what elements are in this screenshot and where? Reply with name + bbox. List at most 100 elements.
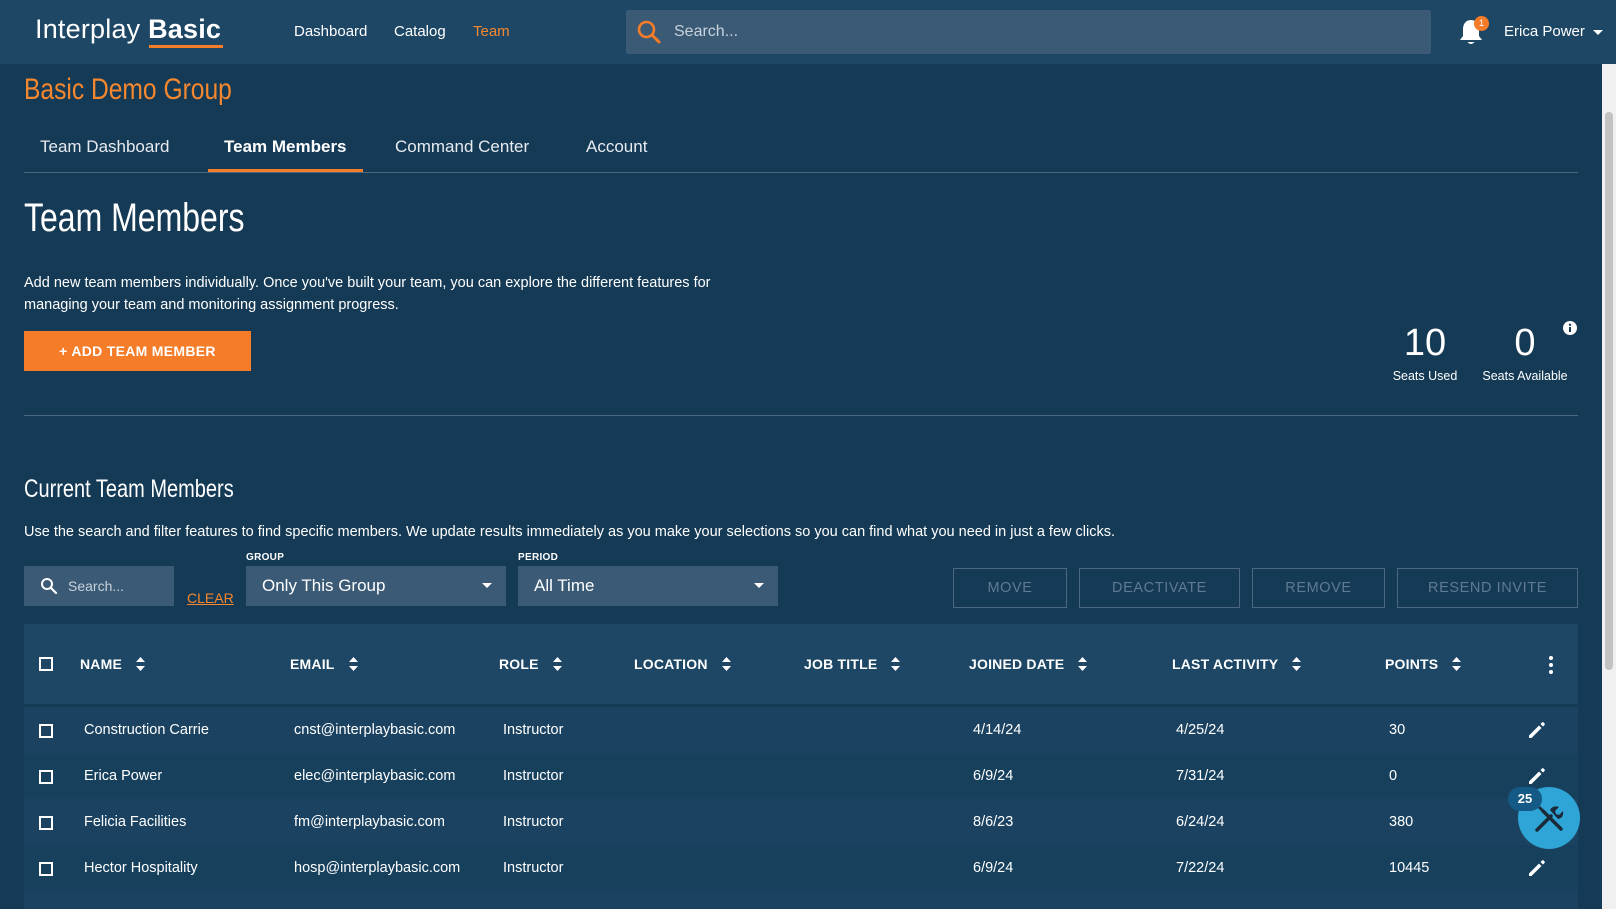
sort-icon xyxy=(891,657,901,671)
tab-command-center[interactable]: Command Center xyxy=(395,137,529,157)
column-header-last-activity[interactable]: LAST ACTIVITY xyxy=(1172,656,1302,672)
table-row[interactable]: Erica Power elec@interplaybasic.com Inst… xyxy=(24,753,1578,799)
global-search[interactable] xyxy=(626,10,1431,54)
row-checkbox[interactable] xyxy=(39,862,53,876)
cell-joined-date: 6/9/24 xyxy=(973,860,1014,876)
add-team-member-button[interactable]: + ADD TEAM MEMBER xyxy=(24,331,251,371)
divider xyxy=(24,172,1578,173)
period-filter-label: PERIOD xyxy=(518,552,559,563)
cell-joined-date: 6/9/24 xyxy=(973,768,1014,784)
info-icon[interactable] xyxy=(1563,321,1577,335)
scrollbar-thumb[interactable] xyxy=(1605,112,1613,670)
user-menu[interactable]: Erica Power xyxy=(1504,23,1585,40)
cell-last-activity: 4/25/24 xyxy=(1176,722,1225,738)
logo-underline xyxy=(149,45,223,48)
divider xyxy=(24,415,1578,416)
seats-available-label: Seats Available xyxy=(1482,369,1568,383)
sort-icon xyxy=(721,657,731,671)
row-checkbox[interactable] xyxy=(39,724,53,738)
seats-used-value: 10 xyxy=(1403,322,1447,364)
cell-joined-date: 4/14/24 xyxy=(973,722,1022,738)
row-checkbox[interactable] xyxy=(39,816,53,830)
cell-email: hosp@interplaybasic.com xyxy=(294,860,461,876)
table-row[interactable]: Felicia Facilities fm@interplaybasic.com… xyxy=(24,799,1578,845)
top-navigation-bar: Interplay Basic Dashboard Catalog Team 1… xyxy=(0,0,1616,64)
pencil-icon[interactable] xyxy=(1527,858,1547,878)
global-search-input[interactable] xyxy=(674,10,1414,54)
row-checkbox[interactable] xyxy=(39,770,53,784)
sort-icon xyxy=(1292,657,1302,671)
cell-last-activity: 7/22/24 xyxy=(1176,860,1225,876)
cell-name: Construction Carrie xyxy=(84,722,209,738)
cell-email: cnst@interplaybasic.com xyxy=(294,722,456,738)
resend-invite-button[interactable]: RESEND INVITE xyxy=(1397,568,1578,608)
cell-name: Erica Power xyxy=(84,768,163,784)
sort-icon xyxy=(1452,657,1462,671)
cell-email: elec@interplaybasic.com xyxy=(294,768,456,784)
column-header-name[interactable]: NAME xyxy=(80,656,146,672)
column-header-joined-date[interactable]: JOINED DATE xyxy=(969,656,1088,672)
cell-role: Instructor xyxy=(503,860,564,876)
logo[interactable]: Interplay Basic xyxy=(35,14,221,45)
column-header-points[interactable]: POINTS xyxy=(1385,656,1462,672)
group-select[interactable]: Only This Group xyxy=(246,566,506,606)
tab-team-dashboard[interactable]: Team Dashboard xyxy=(40,137,169,157)
table-row[interactable] xyxy=(24,891,1578,909)
section-description: Use the search and filter features to fi… xyxy=(24,524,1115,540)
cell-joined-date: 8/6/23 xyxy=(973,814,1014,830)
column-header-location[interactable]: LOCATION xyxy=(634,656,731,672)
table-row[interactable]: Construction Carrie cnst@interplaybasic.… xyxy=(24,707,1578,753)
chevron-down-icon[interactable] xyxy=(1593,30,1603,35)
section-title: Current Team Members xyxy=(24,475,234,503)
cell-points: 30 xyxy=(1389,722,1406,738)
move-button[interactable]: MOVE xyxy=(953,568,1067,608)
sort-icon xyxy=(1078,657,1088,671)
cell-last-activity: 6/24/24 xyxy=(1176,814,1225,830)
org-title: Basic Demo Group xyxy=(24,73,232,106)
group-filter-label: GROUP xyxy=(246,552,285,563)
remove-button[interactable]: REMOVE xyxy=(1252,568,1385,608)
table-row[interactable]: Hector Hospitality hosp@interplaybasic.c… xyxy=(24,845,1578,891)
pencil-icon[interactable] xyxy=(1527,766,1547,786)
search-icon xyxy=(637,20,661,44)
group-select-value: Only This Group xyxy=(262,576,386,595)
page-title: Team Members xyxy=(24,196,245,240)
cell-points: 10445 xyxy=(1389,860,1430,876)
tab-account[interactable]: Account xyxy=(586,137,647,157)
period-select[interactable]: All Time xyxy=(518,566,778,606)
column-header-job-title[interactable]: JOB TITLE xyxy=(804,656,901,672)
cell-points: 0 xyxy=(1389,768,1398,784)
sort-icon xyxy=(552,657,562,671)
cell-role: Instructor xyxy=(503,722,564,738)
cell-points: 380 xyxy=(1389,814,1414,830)
member-search-input[interactable] xyxy=(68,566,168,606)
period-select-value: All Time xyxy=(534,576,595,595)
nav-dashboard[interactable]: Dashboard xyxy=(294,23,367,40)
clear-filters-link[interactable]: CLEAR xyxy=(187,590,234,606)
cell-name: Hector Hospitality xyxy=(84,860,198,876)
seats-available-value: 0 xyxy=(1514,322,1536,364)
vertical-scrollbar[interactable] xyxy=(1602,64,1616,909)
cell-role: Instructor xyxy=(503,768,564,784)
column-header-role[interactable]: ROLE xyxy=(499,656,562,672)
cell-name: Felicia Facilities xyxy=(84,814,187,830)
nav-catalog[interactable]: Catalog xyxy=(394,23,446,40)
search-icon xyxy=(41,578,58,595)
cell-role: Instructor xyxy=(503,814,564,830)
chevron-down-icon xyxy=(482,583,492,588)
deactivate-button[interactable]: DEACTIVATE xyxy=(1079,568,1240,608)
column-header-email[interactable]: EMAIL xyxy=(290,656,358,672)
chevron-down-icon xyxy=(754,583,764,588)
page-intro: Add new team members individually. Once … xyxy=(24,275,711,313)
select-all-checkbox[interactable] xyxy=(39,657,53,671)
nav-team[interactable]: Team xyxy=(473,23,510,40)
more-options-icon[interactable] xyxy=(1549,656,1553,674)
team-members-table: NAME EMAIL ROLE LOCATION JOB TITLE JOINE… xyxy=(24,624,1578,909)
member-search[interactable] xyxy=(24,566,174,606)
seats-used-label: Seats Used xyxy=(1392,369,1458,383)
pencil-icon[interactable] xyxy=(1527,720,1547,740)
tab-team-members[interactable]: Team Members xyxy=(224,137,347,157)
sort-icon xyxy=(348,657,358,671)
sort-icon xyxy=(136,657,146,671)
fab-count-badge: 25 xyxy=(1508,787,1542,811)
